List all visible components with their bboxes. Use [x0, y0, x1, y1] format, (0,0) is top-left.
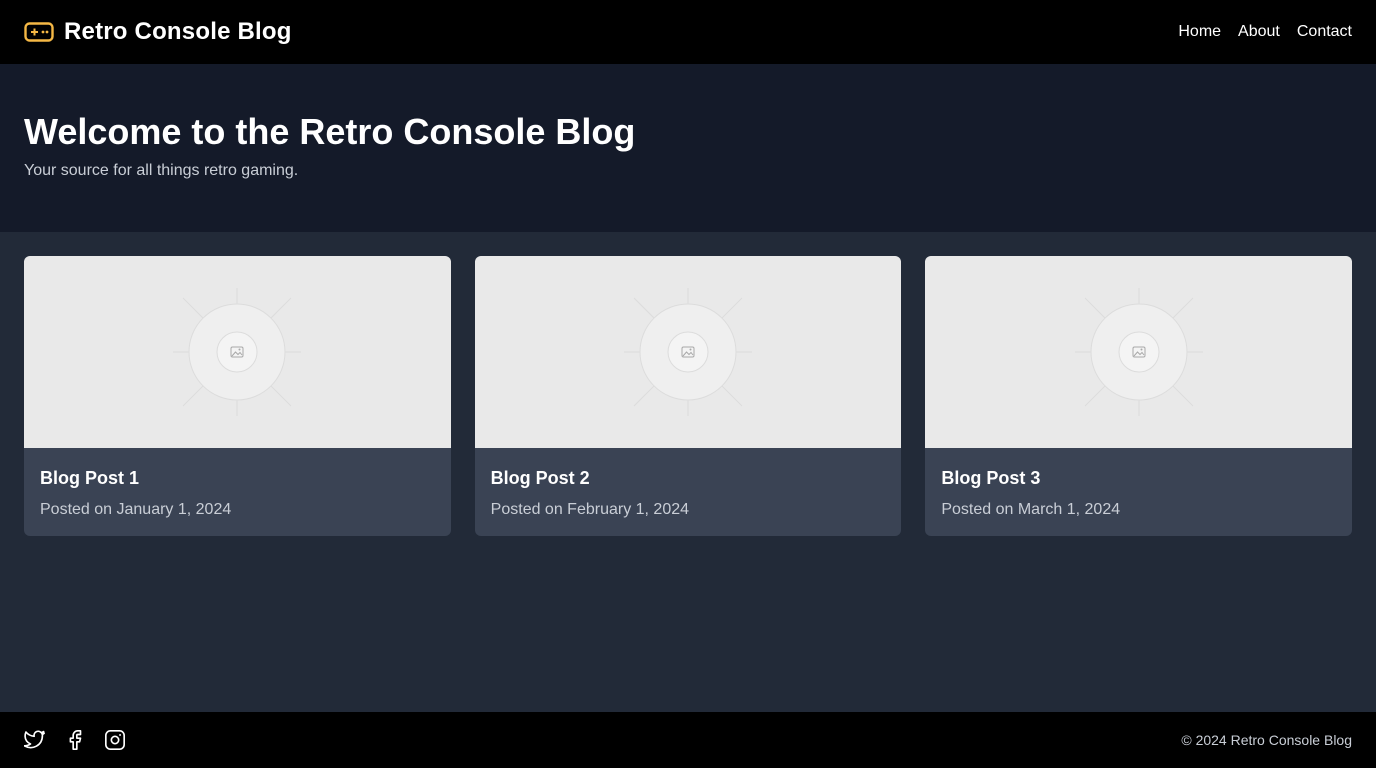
gamepad-icon — [24, 22, 54, 42]
brand[interactable]: Retro Console Blog — [24, 18, 292, 46]
twitter-icon[interactable] — [24, 729, 46, 751]
site-footer: © 2024 Retro Console Blog — [0, 712, 1376, 768]
nav-home-link[interactable]: Home — [1178, 23, 1221, 41]
hero-title: Welcome to the Retro Console Blog — [24, 111, 636, 152]
social-links — [24, 729, 126, 751]
post-date: Posted on March 1, 2024 — [941, 501, 1121, 518]
image-placeholder-icon — [1074, 288, 1203, 416]
nav-contact-link[interactable]: Contact — [1297, 23, 1352, 41]
post-thumbnail — [925, 256, 1353, 448]
main-nav: Home About Contact — [1178, 23, 1352, 41]
post-date: Posted on January 1, 2024 — [40, 501, 232, 518]
blog-post-card-2[interactable]: Blog Post 2 Posted on February 1, 2024 — [474, 256, 902, 536]
hero-section: Welcome to the Retro Console Blog Your s… — [0, 64, 1376, 232]
facebook-icon[interactable] — [64, 729, 86, 751]
nav-about-link[interactable]: About — [1238, 23, 1280, 41]
image-placeholder-icon — [624, 288, 752, 416]
top-navbar: Retro Console Blog Home About Contact — [0, 0, 1376, 64]
post-title[interactable]: Blog Post 1 — [40, 468, 435, 489]
image-placeholder-icon — [173, 288, 302, 416]
hero-subtitle: Your source for all things retro gaming. — [24, 162, 299, 179]
site-title: Retro Console Blog — [64, 18, 292, 45]
instagram-icon[interactable] — [104, 729, 126, 751]
post-thumbnail — [474, 256, 902, 448]
post-date: Posted on February 1, 2024 — [490, 501, 690, 518]
blog-post-card-1[interactable]: Blog Post 1 Posted on January 1, 2024 — [24, 256, 451, 536]
post-title[interactable]: Blog Post 3 — [941, 468, 1336, 489]
post-thumbnail — [24, 256, 451, 448]
copyright-text: © 2024 Retro Console Blog — [1181, 732, 1352, 748]
post-title[interactable]: Blog Post 2 — [491, 468, 886, 489]
blog-post-card-3[interactable]: Blog Post 3 Posted on March 1, 2024 — [925, 256, 1353, 536]
blog-posts-grid: Blog Post 1 Posted on January 1, 2024 Bl… — [24, 256, 1353, 536]
